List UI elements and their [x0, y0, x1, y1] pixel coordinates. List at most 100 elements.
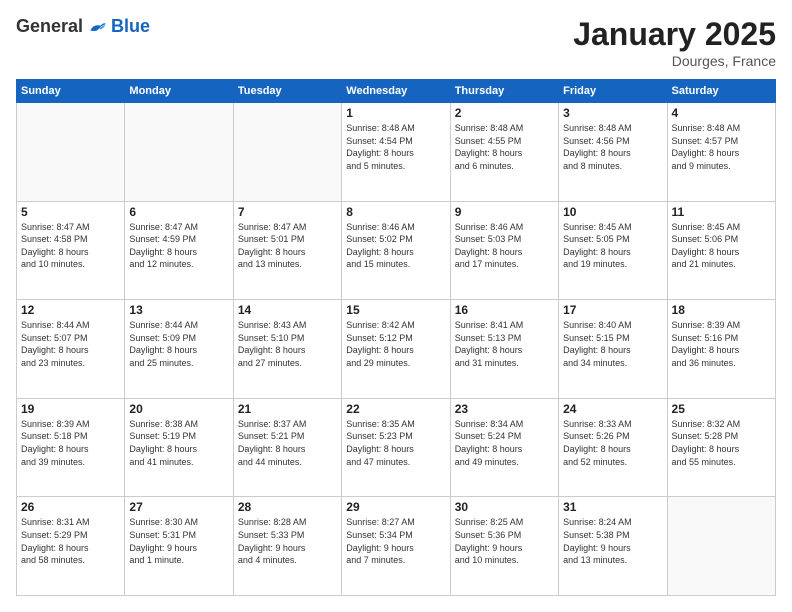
- day-number: 28: [238, 500, 337, 514]
- day-info: Sunrise: 8:43 AM Sunset: 5:10 PM Dayligh…: [238, 319, 337, 369]
- calendar-cell-w2-d3: 7 Sunrise: 8:47 AM Sunset: 5:01 PM Daylig…: [233, 201, 341, 300]
- day-info: Sunrise: 8:39 AM Sunset: 5:18 PM Dayligh…: [21, 418, 120, 468]
- calendar-cell-w1-d2: [125, 103, 233, 202]
- day-info: Sunrise: 8:46 AM Sunset: 5:03 PM Dayligh…: [455, 221, 554, 271]
- col-thursday: Thursday: [450, 80, 558, 103]
- day-number: 30: [455, 500, 554, 514]
- calendar-cell-w4-d6: 24Sunrise: 8:33 AM Sunset: 5:26 PM Dayli…: [559, 398, 667, 497]
- day-info: Sunrise: 8:48 AM Sunset: 4:55 PM Dayligh…: [455, 122, 554, 172]
- day-number: 11: [672, 205, 771, 219]
- day-info: Sunrise: 8:46 AM Sunset: 5:02 PM Dayligh…: [346, 221, 445, 271]
- calendar-cell-w4-d3: 21 Sunrise: 8:37 AM Sunset: 5:21 PM Dayli…: [233, 398, 341, 497]
- day-info: Sunrise: 8:34 AM Sunset: 5:24 PM Dayligh…: [455, 418, 554, 468]
- day-number: 13: [129, 303, 228, 317]
- calendar-cell-w2-d5: 9 Sunrise: 8:46 AM Sunset: 5:03 PM Daylig…: [450, 201, 558, 300]
- day-number: 9: [455, 205, 554, 219]
- logo-blue: Blue: [111, 16, 150, 37]
- calendar-cell-w4-d1: 19 Sunrise: 8:39 AM Sunset: 5:18 PM Dayli…: [17, 398, 125, 497]
- day-number: 2: [455, 106, 554, 120]
- month-title: January 2025: [573, 16, 776, 53]
- week-row-4: 19 Sunrise: 8:39 AM Sunset: 5:18 PM Dayli…: [17, 398, 776, 497]
- calendar-table: Sunday Monday Tuesday Wednesday Thursday…: [16, 79, 776, 596]
- day-number: 23: [455, 402, 554, 416]
- day-number: 18: [672, 303, 771, 317]
- day-number: 17: [563, 303, 662, 317]
- col-friday: Friday: [559, 80, 667, 103]
- location: Dourges, France: [573, 53, 776, 69]
- calendar-cell-w1-d3: [233, 103, 341, 202]
- calendar-cell-w1-d6: 3Sunrise: 8:48 AM Sunset: 4:56 PM Daylig…: [559, 103, 667, 202]
- calendar-cell-w5-d3: 28 Sunrise: 8:28 AM Sunset: 5:33 PM Dayli…: [233, 497, 341, 596]
- day-info: Sunrise: 8:35 AM Sunset: 5:23 PM Dayligh…: [346, 418, 445, 468]
- day-info: Sunrise: 8:44 AM Sunset: 5:09 PM Dayligh…: [129, 319, 228, 369]
- day-info: Sunrise: 8:40 AM Sunset: 5:15 PM Dayligh…: [563, 319, 662, 369]
- day-info: Sunrise: 8:31 AM Sunset: 5:29 PM Dayligh…: [21, 516, 120, 566]
- day-info: Sunrise: 8:45 AM Sunset: 5:06 PM Dayligh…: [672, 221, 771, 271]
- day-number: 21: [238, 402, 337, 416]
- day-info: Sunrise: 8:28 AM Sunset: 5:33 PM Dayligh…: [238, 516, 337, 566]
- day-info: Sunrise: 8:41 AM Sunset: 5:13 PM Dayligh…: [455, 319, 554, 369]
- col-sunday: Sunday: [17, 80, 125, 103]
- day-number: 12: [21, 303, 120, 317]
- day-info: Sunrise: 8:44 AM Sunset: 5:07 PM Dayligh…: [21, 319, 120, 369]
- day-info: Sunrise: 8:37 AM Sunset: 5:21 PM Dayligh…: [238, 418, 337, 468]
- day-info: Sunrise: 8:47 AM Sunset: 4:59 PM Dayligh…: [129, 221, 228, 271]
- day-info: Sunrise: 8:24 AM Sunset: 5:38 PM Dayligh…: [563, 516, 662, 566]
- calendar-cell-w5-d2: 27 Sunrise: 8:30 AM Sunset: 5:31 PM Dayli…: [125, 497, 233, 596]
- calendar-cell-w2-d6: 10 Sunrise: 8:45 AM Sunset: 5:05 PM Dayli…: [559, 201, 667, 300]
- calendar-header-row: Sunday Monday Tuesday Wednesday Thursday…: [17, 80, 776, 103]
- day-info: Sunrise: 8:39 AM Sunset: 5:16 PM Dayligh…: [672, 319, 771, 369]
- calendar-cell-w3-d2: 13 Sunrise: 8:44 AM Sunset: 5:09 PM Dayli…: [125, 300, 233, 399]
- col-tuesday: Tuesday: [233, 80, 341, 103]
- day-number: 16: [455, 303, 554, 317]
- week-row-5: 26Sunrise: 8:31 AM Sunset: 5:29 PM Dayli…: [17, 497, 776, 596]
- day-info: Sunrise: 8:45 AM Sunset: 5:05 PM Dayligh…: [563, 221, 662, 271]
- day-info: Sunrise: 8:47 AM Sunset: 4:58 PM Dayligh…: [21, 221, 120, 271]
- calendar-cell-w5-d4: 29Sunrise: 8:27 AM Sunset: 5:34 PM Dayli…: [342, 497, 450, 596]
- calendar-cell-w3-d7: 18 Sunrise: 8:39 AM Sunset: 5:16 PM Dayli…: [667, 300, 775, 399]
- calendar-cell-w4-d4: 22Sunrise: 8:35 AM Sunset: 5:23 PM Dayli…: [342, 398, 450, 497]
- day-number: 4: [672, 106, 771, 120]
- day-number: 27: [129, 500, 228, 514]
- logo-general: General: [16, 16, 83, 37]
- calendar-cell-w2-d1: 5 Sunrise: 8:47 AM Sunset: 4:58 PM Daylig…: [17, 201, 125, 300]
- week-row-2: 5 Sunrise: 8:47 AM Sunset: 4:58 PM Daylig…: [17, 201, 776, 300]
- calendar-cell-w2-d7: 11 Sunrise: 8:45 AM Sunset: 5:06 PM Dayli…: [667, 201, 775, 300]
- calendar-cell-w5-d5: 30 Sunrise: 8:25 AM Sunset: 5:36 PM Dayli…: [450, 497, 558, 596]
- calendar-cell-w1-d7: 4Sunrise: 8:48 AM Sunset: 4:57 PM Daylig…: [667, 103, 775, 202]
- calendar-cell-w1-d5: 2 Sunrise: 8:48 AM Sunset: 4:55 PM Daylig…: [450, 103, 558, 202]
- day-info: Sunrise: 8:27 AM Sunset: 5:34 PM Dayligh…: [346, 516, 445, 566]
- logo: General Blue: [16, 16, 150, 37]
- day-info: Sunrise: 8:47 AM Sunset: 5:01 PM Dayligh…: [238, 221, 337, 271]
- day-number: 14: [238, 303, 337, 317]
- calendar-cell-w2-d2: 6 Sunrise: 8:47 AM Sunset: 4:59 PM Daylig…: [125, 201, 233, 300]
- day-number: 6: [129, 205, 228, 219]
- calendar-cell-w1-d4: 1Sunrise: 8:48 AM Sunset: 4:54 PM Daylig…: [342, 103, 450, 202]
- col-monday: Monday: [125, 80, 233, 103]
- day-number: 31: [563, 500, 662, 514]
- calendar-cell-w2-d4: 8Sunrise: 8:46 AM Sunset: 5:02 PM Daylig…: [342, 201, 450, 300]
- day-number: 1: [346, 106, 445, 120]
- header: General Blue January 2025 Dourges, Franc…: [16, 16, 776, 69]
- calendar-cell-w5-d1: 26Sunrise: 8:31 AM Sunset: 5:29 PM Dayli…: [17, 497, 125, 596]
- week-row-1: 1Sunrise: 8:48 AM Sunset: 4:54 PM Daylig…: [17, 103, 776, 202]
- day-info: Sunrise: 8:25 AM Sunset: 5:36 PM Dayligh…: [455, 516, 554, 566]
- day-info: Sunrise: 8:48 AM Sunset: 4:56 PM Dayligh…: [563, 122, 662, 172]
- day-info: Sunrise: 8:30 AM Sunset: 5:31 PM Dayligh…: [129, 516, 228, 566]
- calendar-cell-w3-d1: 12 Sunrise: 8:44 AM Sunset: 5:07 PM Dayli…: [17, 300, 125, 399]
- day-number: 5: [21, 205, 120, 219]
- calendar-cell-w3-d3: 14 Sunrise: 8:43 AM Sunset: 5:10 PM Dayli…: [233, 300, 341, 399]
- day-number: 24: [563, 402, 662, 416]
- calendar-cell-w3-d6: 17 Sunrise: 8:40 AM Sunset: 5:15 PM Dayli…: [559, 300, 667, 399]
- day-number: 7: [238, 205, 337, 219]
- calendar-cell-w1-d1: [17, 103, 125, 202]
- col-wednesday: Wednesday: [342, 80, 450, 103]
- calendar-cell-w4-d2: 20Sunrise: 8:38 AM Sunset: 5:19 PM Dayli…: [125, 398, 233, 497]
- day-number: 19: [21, 402, 120, 416]
- week-row-3: 12 Sunrise: 8:44 AM Sunset: 5:07 PM Dayli…: [17, 300, 776, 399]
- calendar-cell-w4-d5: 23 Sunrise: 8:34 AM Sunset: 5:24 PM Dayli…: [450, 398, 558, 497]
- calendar-cell-w4-d7: 25Sunrise: 8:32 AM Sunset: 5:28 PM Dayli…: [667, 398, 775, 497]
- day-number: 25: [672, 402, 771, 416]
- day-info: Sunrise: 8:42 AM Sunset: 5:12 PM Dayligh…: [346, 319, 445, 369]
- day-number: 10: [563, 205, 662, 219]
